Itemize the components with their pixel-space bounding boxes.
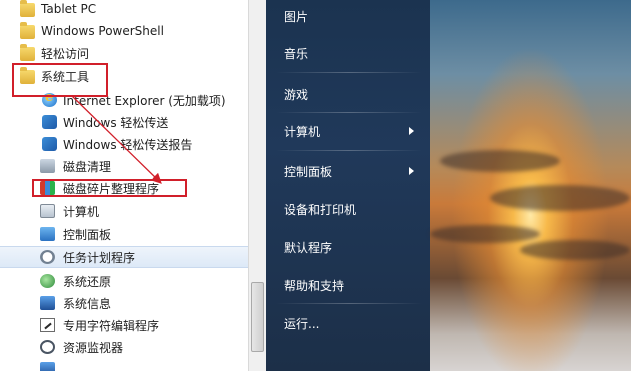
start-menu-item-run[interactable]: 运行... <box>284 315 319 332</box>
start-menu-item-pictures[interactable]: 图片 <box>284 8 308 25</box>
all-programs-list: Tablet PC Windows PowerShell 轻松访问 系统工具 I… <box>0 0 254 371</box>
start-menu-item-devices-printers[interactable]: 设备和打印机 <box>284 201 356 218</box>
wallpaper-cloud <box>490 185 630 211</box>
submenu-arrow-icon <box>409 127 414 135</box>
menu-separator <box>276 112 422 113</box>
wallpaper-cloud <box>440 150 560 172</box>
submenu-arrow-icon <box>409 167 414 175</box>
start-menu-item-games[interactable]: 游戏 <box>284 86 308 103</box>
start-menu-right-pane: 图片 音乐 游戏 计算机 控制面板 设备和打印机 默认程序 帮助和支持 运行..… <box>266 0 430 371</box>
start-menu-item-computer[interactable]: 计算机 <box>284 123 320 140</box>
start-menu-item-help-support[interactable]: 帮助和支持 <box>284 277 344 294</box>
annotation-arrow <box>71 95 162 184</box>
menu-separator <box>276 72 422 73</box>
start-menu-item-default-programs[interactable]: 默认程序 <box>284 239 332 256</box>
menu-separator <box>276 303 422 304</box>
start-menu-item-music[interactable]: 音乐 <box>284 45 308 62</box>
start-menu-item-control-panel[interactable]: 控制面板 <box>284 163 332 180</box>
menu-separator <box>276 150 422 151</box>
wallpaper-cloud <box>520 240 630 260</box>
wallpaper-cloud <box>430 225 540 243</box>
program-list-scrollbar[interactable] <box>248 0 266 371</box>
desktop-wallpaper <box>430 0 631 371</box>
scrollbar-thumb[interactable] <box>251 282 264 352</box>
